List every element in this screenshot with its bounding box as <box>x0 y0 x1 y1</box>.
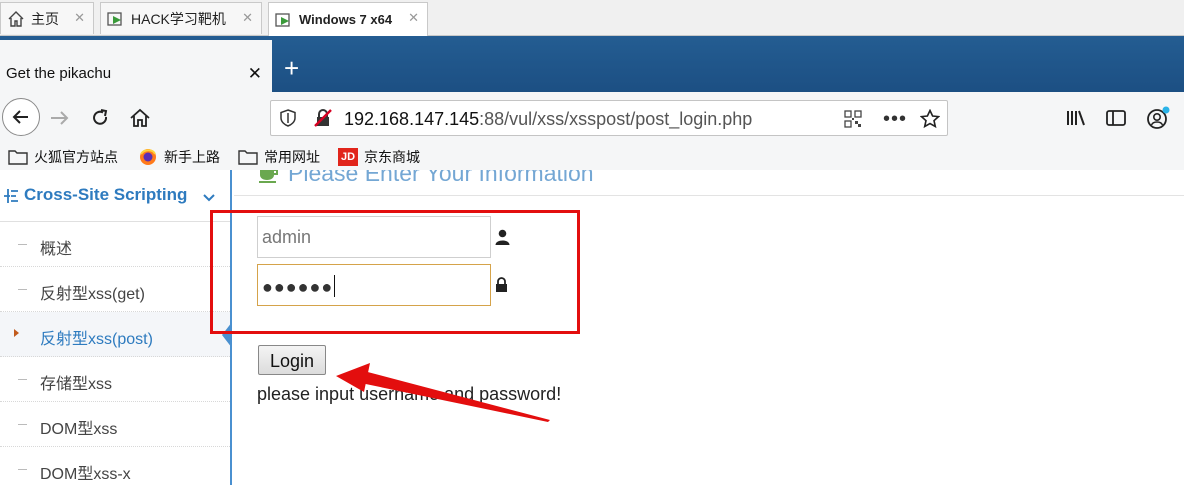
bookmark-label: 常用网址 <box>264 149 320 165</box>
qr-code-icon[interactable] <box>843 109 863 129</box>
folder-icon <box>8 148 28 166</box>
browser-tab-title: Get the pikachu <box>6 65 112 82</box>
vm-tab-strip: 主页 ✕ HACK学习靶机 ✕ Windows 7 x64 ✕ <box>0 0 1184 36</box>
reload-icon <box>93 109 108 125</box>
back-arrow-icon <box>12 110 28 124</box>
vm-icon <box>107 10 125 28</box>
bookmark-item[interactable]: 常用网址 <box>238 146 320 168</box>
bookmark-item[interactable]: JD 京东商城 <box>338 146 420 168</box>
url-host: 192.168.147.145 <box>344 109 480 129</box>
bookmark-item[interactable]: 新手上路 <box>138 146 220 168</box>
jd-icon: JD <box>338 148 358 166</box>
bookmark-item[interactable]: 火狐官方站点 <box>8 146 118 168</box>
bookmark-label: 火狐官方站点 <box>34 149 118 165</box>
home-icon <box>130 108 150 127</box>
bookmark-label: 新手上路 <box>164 149 220 165</box>
browser-toolbar: 192.168.147.145:88/vul/xss/xsspost/post_… <box>0 92 1184 144</box>
home-button[interactable] <box>128 106 152 130</box>
shield-icon[interactable] <box>279 109 297 127</box>
new-tab-icon[interactable]: + <box>284 55 299 81</box>
sidebar-toggle-icon[interactable] <box>1104 106 1128 130</box>
vm-tab-label: Windows 7 x64 <box>299 12 393 27</box>
bookmarks-toolbar: 火狐官方站点 新手上路 常用网址 JD 京东商城 <box>0 144 1184 170</box>
library-icon[interactable] <box>1064 106 1088 130</box>
bookmark-star-icon[interactable] <box>919 108 941 130</box>
folder-icon <box>238 148 258 166</box>
page-content: Cross-Site Scripting 概述 反射型xss(get) 反射型x… <box>0 170 1184 485</box>
vm-tab-windows7[interactable]: Windows 7 x64 ✕ <box>268 2 428 36</box>
back-button[interactable] <box>2 98 40 136</box>
vm-tab-home[interactable]: 主页 ✕ <box>0 2 94 34</box>
firefox-icon <box>138 148 158 166</box>
account-icon[interactable] <box>1144 104 1172 132</box>
url-bar[interactable]: 192.168.147.145:88/vul/xss/xsspost/post_… <box>270 100 948 136</box>
home-icon <box>7 10 25 28</box>
annotation-arrow-icon <box>336 363 550 422</box>
close-icon[interactable]: ✕ <box>74 10 85 26</box>
close-icon[interactable]: ✕ <box>248 64 262 84</box>
vm-tab-hack[interactable]: HACK学习靶机 ✕ <box>100 2 262 34</box>
close-icon[interactable]: ✕ <box>408 10 419 26</box>
close-icon[interactable]: ✕ <box>242 10 253 26</box>
vm-tab-label: 主页 <box>31 10 59 27</box>
screenshot-root: 主页 ✕ HACK学习靶机 ✕ Windows 7 x64 ✕ Get the … <box>0 0 1184 485</box>
url-text[interactable]: 192.168.147.145:88/vul/xss/xsspost/post_… <box>344 109 752 130</box>
vm-tab-label: HACK学习靶机 <box>131 10 226 27</box>
forward-button[interactable] <box>48 106 72 130</box>
insecure-lock-icon[interactable] <box>313 108 333 128</box>
url-path: :88/vul/xss/xsspost/post_login.php <box>479 109 753 129</box>
forward-arrow-icon <box>51 111 69 125</box>
browser-titlebar: Get the pikachu ✕ + <box>0 36 1184 92</box>
bookmark-label: 京东商城 <box>364 149 420 165</box>
browser-tab[interactable]: Get the pikachu ✕ <box>0 40 272 92</box>
reload-button[interactable] <box>88 106 112 130</box>
more-actions-icon[interactable]: ••• <box>883 108 907 130</box>
vm-icon <box>275 11 293 29</box>
